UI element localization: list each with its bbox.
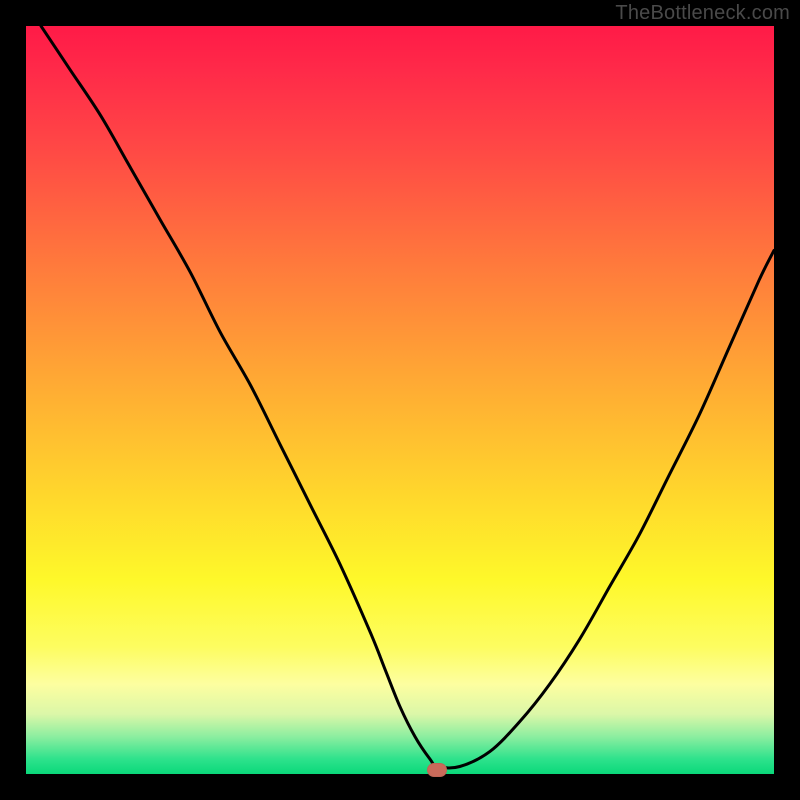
watermark-text: TheBottleneck.com [615,2,790,25]
optimum-marker [427,763,447,777]
chart-frame: TheBottleneck.com [0,0,800,800]
curve-path [41,26,774,768]
bottleneck-curve [26,26,774,774]
plot-area [26,26,774,774]
